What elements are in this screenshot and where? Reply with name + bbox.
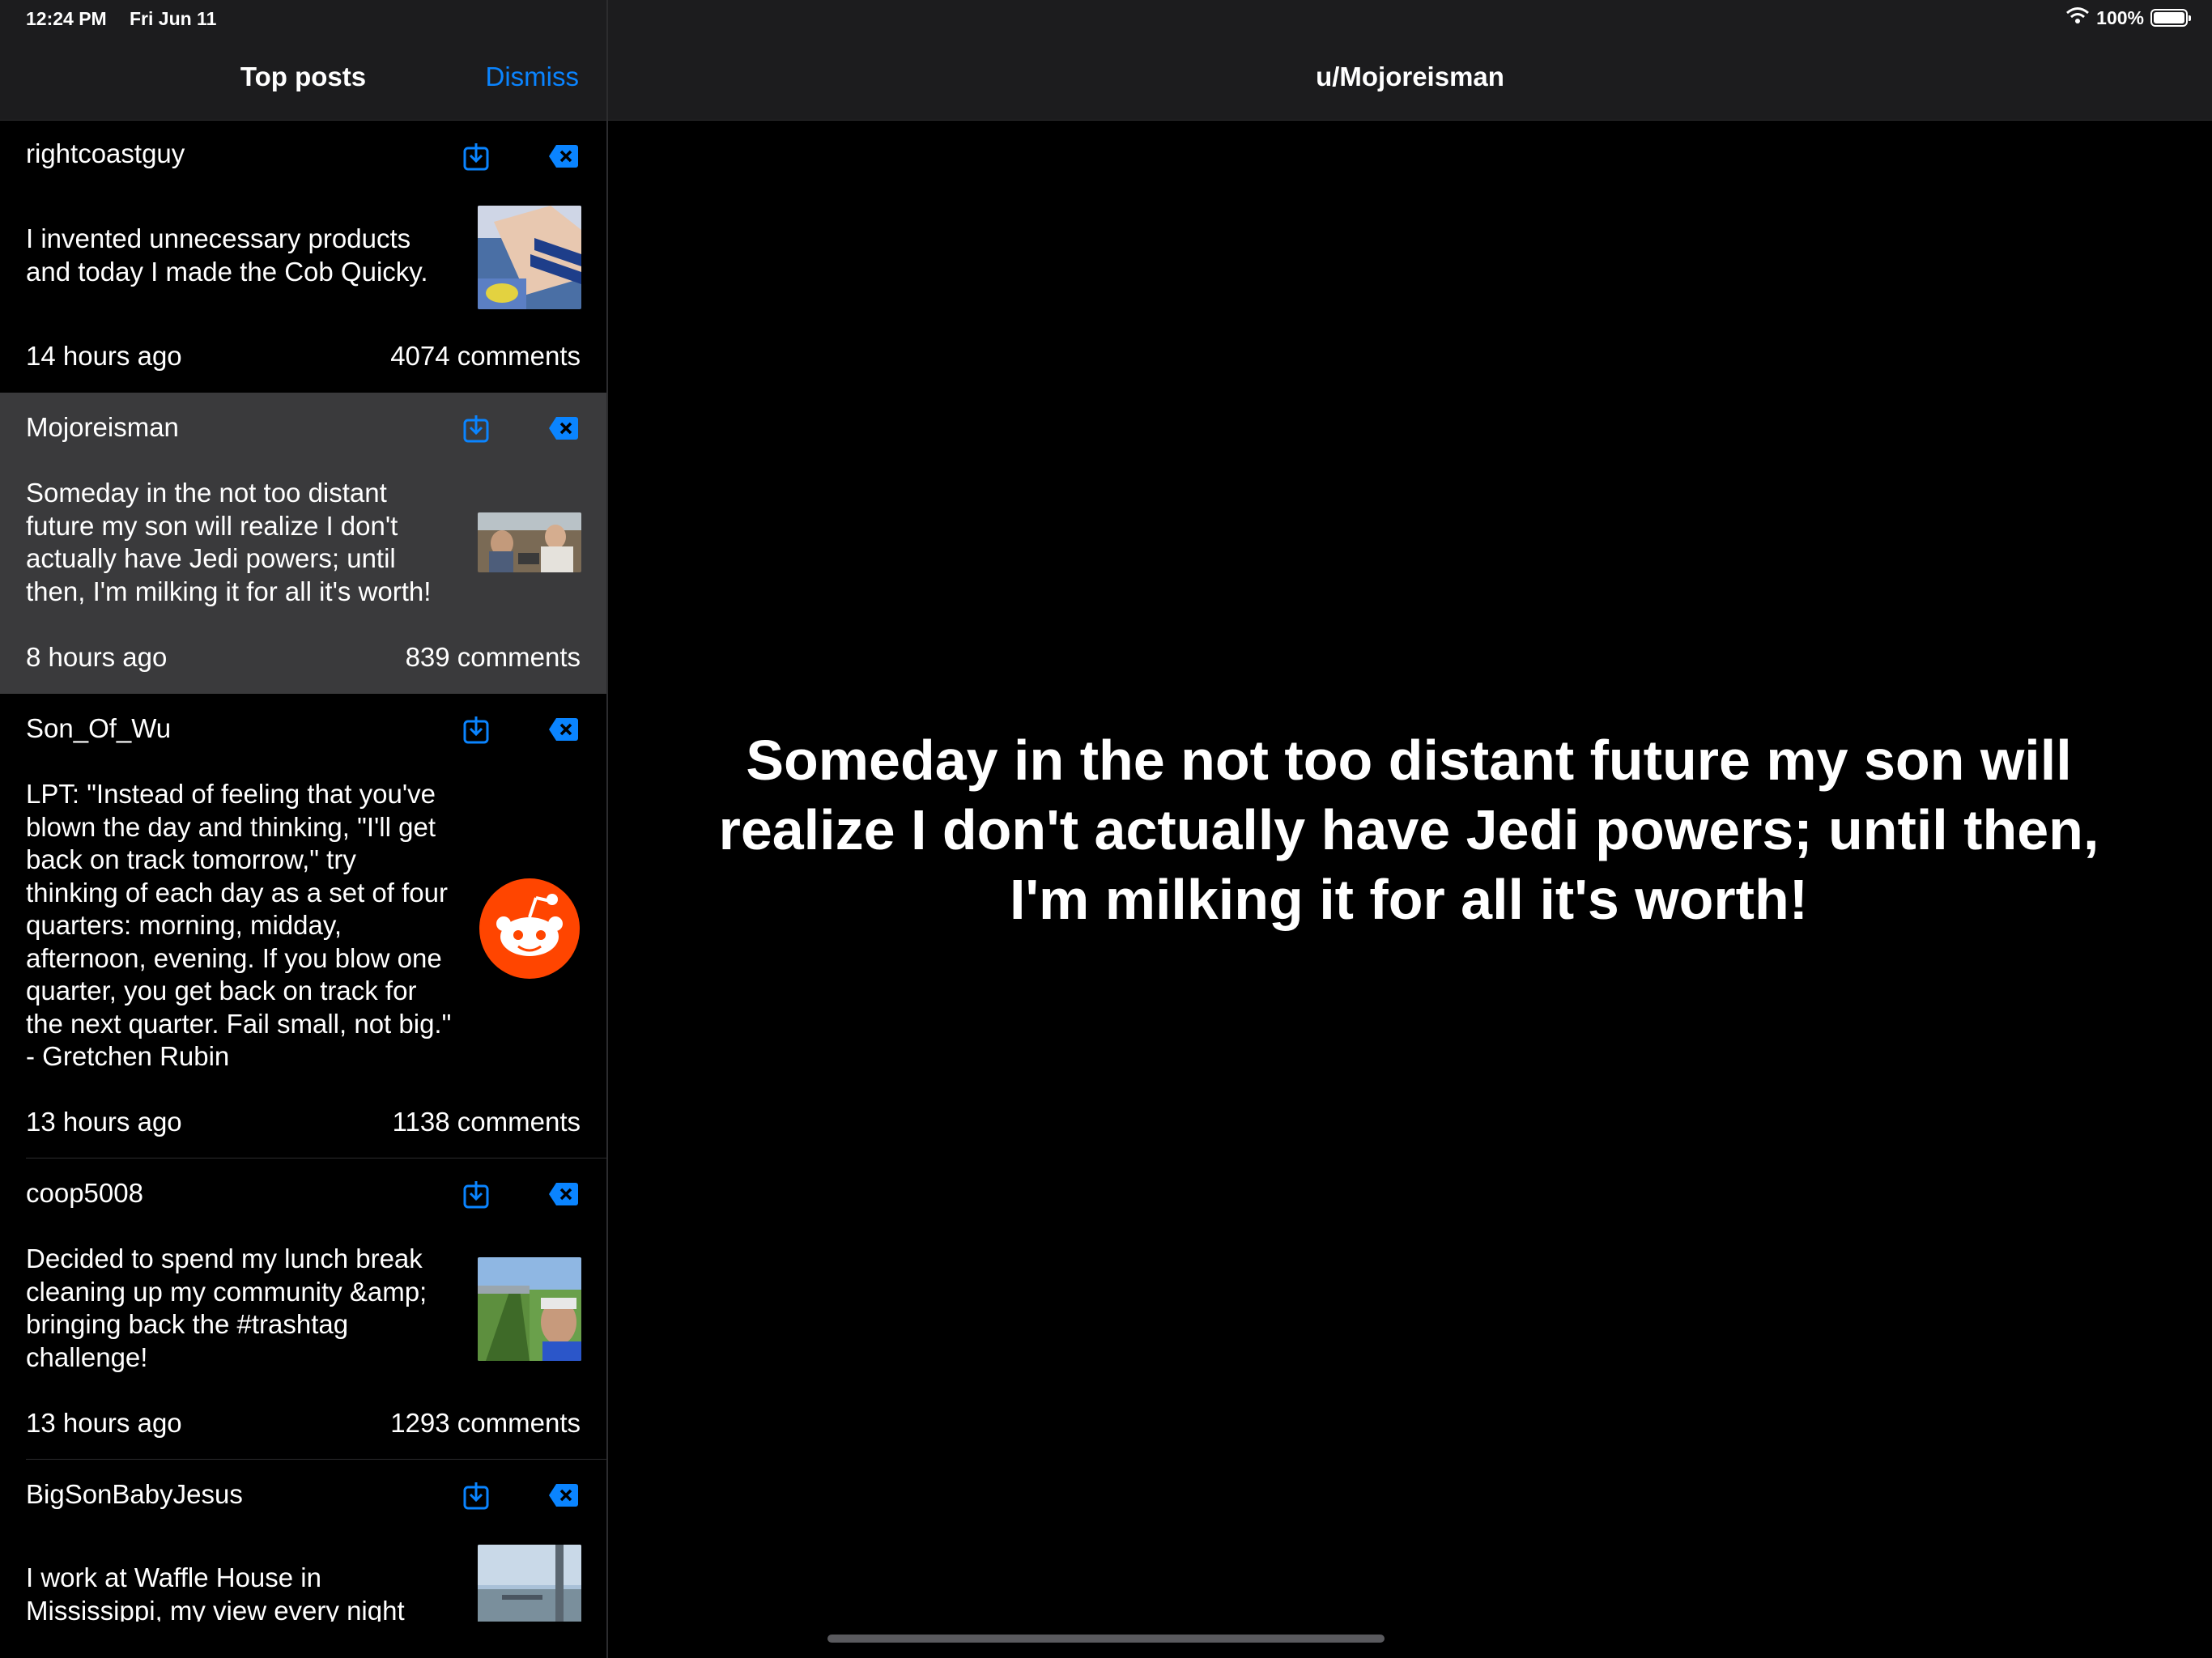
post-comments: 4074 comments [390, 341, 581, 371]
post-author: rightcoastguy [26, 138, 185, 168]
post-author: BigSonBabyJesus [26, 1479, 243, 1509]
post-time: 13 hours ago [26, 1107, 182, 1137]
detail-post-text: Someday in the not too distant future my… [718, 729, 2099, 931]
download-icon[interactable] [460, 1178, 492, 1210]
download-icon[interactable] [460, 412, 492, 444]
split-divider[interactable] [606, 0, 608, 1658]
wifi-icon [2065, 6, 2090, 29]
post-author: Mojoreisman [26, 412, 179, 442]
post-thumbnail [478, 1257, 581, 1361]
post-cell[interactable]: rightcoastguy I invented unnecessary pro… [0, 121, 606, 393]
home-indicator[interactable] [827, 1635, 1385, 1643]
post-thumbnail [478, 206, 581, 309]
post-time: 8 hours ago [26, 642, 168, 672]
status-right: 100% [2065, 6, 2191, 29]
post-cell-selected[interactable]: Mojoreisman Someday in the not too dista… [0, 393, 606, 694]
dismiss-button[interactable]: Dismiss [486, 62, 579, 92]
status-time: 12:24 PM [26, 8, 107, 29]
download-icon[interactable] [460, 140, 492, 172]
download-icon[interactable] [460, 713, 492, 746]
battery-icon [2150, 9, 2191, 27]
hide-post-icon[interactable] [547, 1178, 580, 1210]
post-comments: 1293 comments [390, 1408, 581, 1438]
post-title: Decided to spend my lunch break cleaning… [26, 1244, 428, 1372]
post-time: 13 hours ago [26, 1408, 182, 1438]
post-time: 14 hours ago [26, 341, 182, 371]
hide-post-icon[interactable] [547, 713, 580, 746]
status-date: Fri Jun 11 [130, 8, 217, 29]
post-cell[interactable]: coop5008 Decided to spend my lunch break… [0, 1158, 606, 1460]
detail-title: u/Mojoreisman [1316, 62, 1504, 91]
post-cell[interactable]: Son_Of_Wu LPT: "Instead of feeling that … [0, 694, 606, 1158]
post-thumbnail [478, 1545, 581, 1622]
post-title: I work at Waffle House in Mississippi, m… [26, 1562, 405, 1622]
post-title: LPT: "Instead of feeling that you've blo… [26, 779, 452, 1071]
reddit-logo-icon [478, 877, 581, 980]
post-title: I invented unnecessary products and toda… [26, 223, 428, 287]
post-author: Son_Of_Wu [26, 713, 172, 743]
battery-percent: 100% [2096, 6, 2144, 28]
post-author: coop5008 [26, 1178, 143, 1208]
post-cell[interactable]: BigSonBabyJesus I work at Waffle House i… [0, 1460, 606, 1622]
hide-post-icon[interactable] [547, 412, 580, 444]
status-bar: 12:24 PM Fri Jun 11 100% [0, 0, 2212, 40]
hide-post-icon[interactable] [547, 1479, 580, 1511]
hide-post-icon[interactable] [547, 140, 580, 172]
sidebar: Top posts Dismiss rightcoastguy I invent… [0, 0, 606, 1658]
post-title: Someday in the not too distant future my… [26, 478, 432, 606]
post-comments: 839 comments [405, 642, 581, 672]
post-thumbnail [478, 512, 581, 572]
download-icon[interactable] [460, 1479, 492, 1511]
post-comments: 1138 comments [392, 1107, 581, 1137]
